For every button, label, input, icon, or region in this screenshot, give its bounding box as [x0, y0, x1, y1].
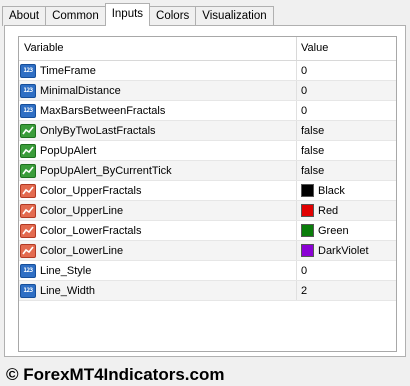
table-body: 123 TimeFrame 0 123 MinimalDistance 0 123 MaxBa… [19, 61, 396, 301]
variable-name: Color_UpperLine [40, 204, 124, 217]
variable-name: Line_Width [40, 284, 96, 297]
table-row[interactable]: 123 MinimalDistance 0 [19, 81, 396, 101]
value-text: Green [318, 224, 349, 237]
table-row[interactable]: PopUpAlert false [19, 141, 396, 161]
value-cell[interactable]: 0 [297, 101, 396, 120]
column-header-variable[interactable]: Variable [19, 37, 297, 60]
value-cell[interactable]: Black [297, 181, 396, 200]
value-text: Black [318, 184, 345, 197]
value-text: 0 [301, 84, 308, 97]
variable-cell: OnlyByTwoLastFractals [19, 121, 297, 140]
numeric-icon: 123 [20, 103, 36, 118]
variable-name: PopUpAlert_ByCurrentTick [40, 164, 172, 177]
color-swatch[interactable] [301, 204, 314, 217]
boolean-icon [20, 143, 36, 158]
variable-name: Color_LowerLine [40, 244, 124, 257]
variable-name: Color_UpperFractals [40, 184, 142, 197]
table-row[interactable]: Color_LowerLine DarkViolet [19, 241, 396, 261]
boolean-icon [20, 163, 36, 178]
value-text: 0 [301, 264, 308, 277]
value-cell[interactable]: DarkViolet [297, 241, 396, 260]
tab-common[interactable]: Common [45, 6, 106, 26]
variable-cell: Color_UpperFractals [19, 181, 297, 200]
variable-name: Line_Style [40, 264, 92, 277]
inputs-table: Variable Value 123 TimeFrame 0 123 MinimalDi… [18, 36, 397, 352]
variable-cell: Color_UpperLine [19, 201, 297, 220]
variable-name: TimeFrame [40, 64, 96, 77]
value-cell[interactable]: 0 [297, 261, 396, 280]
watermark-text: © ForexMT4Indicators.com [6, 365, 225, 384]
value-text: false [301, 164, 325, 177]
value-text: 0 [301, 64, 308, 77]
variable-cell: 123 Line_Width [19, 281, 297, 300]
color-swatch[interactable] [301, 184, 314, 197]
value-cell[interactable]: Green [297, 221, 396, 240]
value-cell[interactable]: 0 [297, 81, 396, 100]
tab-colors[interactable]: Colors [149, 6, 197, 26]
value-text: 0 [301, 104, 308, 117]
color-icon [20, 223, 36, 238]
color-swatch[interactable] [301, 224, 314, 237]
variable-cell: 123 MaxBarsBetweenFractals [19, 101, 297, 120]
color-swatch[interactable] [301, 244, 314, 257]
variable-cell: Color_LowerFractals [19, 221, 297, 240]
table-row[interactable]: Color_LowerFractals Green [19, 221, 396, 241]
variable-name: OnlyByTwoLastFractals [40, 124, 156, 137]
variable-cell: PopUpAlert_ByCurrentTick [19, 161, 297, 180]
table-row[interactable]: 123 MaxBarsBetweenFractals 0 [19, 101, 396, 121]
table-row[interactable]: PopUpAlert_ByCurrentTick false [19, 161, 396, 181]
variable-cell: 123 TimeFrame [19, 61, 297, 80]
color-icon [20, 183, 36, 198]
variable-cell: 123 MinimalDistance [19, 81, 297, 100]
color-icon [20, 243, 36, 258]
value-cell[interactable]: false [297, 121, 396, 140]
tab-visualization[interactable]: Visualization [195, 6, 274, 26]
value-cell[interactable]: false [297, 141, 396, 160]
variable-cell: Color_LowerLine [19, 241, 297, 260]
tab-about[interactable]: About [2, 6, 47, 26]
boolean-icon [20, 123, 36, 138]
table-row[interactable]: Color_UpperLine Red [19, 201, 396, 221]
value-cell[interactable]: false [297, 161, 396, 180]
table-row[interactable]: Color_UpperFractals Black [19, 181, 396, 201]
variable-name: PopUpAlert [40, 144, 97, 157]
table-row[interactable]: 123 Line_Style 0 [19, 261, 396, 281]
value-cell[interactable]: 2 [297, 281, 396, 300]
value-text: false [301, 144, 325, 157]
variable-name: Color_LowerFractals [40, 224, 142, 237]
color-icon [20, 203, 36, 218]
numeric-icon: 123 [20, 83, 36, 98]
numeric-icon: 123 [20, 63, 36, 78]
value-cell[interactable]: Red [297, 201, 396, 220]
table-row[interactable]: OnlyByTwoLastFractals false [19, 121, 396, 141]
table-row[interactable]: 123 Line_Width 2 [19, 281, 396, 301]
table-row[interactable]: 123 TimeFrame 0 [19, 61, 396, 81]
column-header-value[interactable]: Value [297, 37, 396, 60]
value-text: 2 [301, 284, 308, 297]
table-header: Variable Value [19, 37, 396, 61]
variable-name: MaxBarsBetweenFractals [40, 104, 166, 117]
tab-bar: About Common Inputs Colors Visualization [2, 3, 274, 26]
variable-cell: 123 Line_Style [19, 261, 297, 280]
tab-inputs[interactable]: Inputs [104, 3, 151, 26]
value-text: DarkViolet [318, 244, 369, 257]
variable-cell: PopUpAlert [19, 141, 297, 160]
inputs-panel: Variable Value 123 TimeFrame 0 123 MinimalDi… [4, 25, 406, 357]
numeric-icon: 123 [20, 283, 36, 298]
value-text: false [301, 124, 325, 137]
variable-name: MinimalDistance [40, 84, 121, 97]
value-cell[interactable]: 0 [297, 61, 396, 80]
value-text: Red [318, 204, 339, 217]
numeric-icon: 123 [20, 263, 36, 278]
